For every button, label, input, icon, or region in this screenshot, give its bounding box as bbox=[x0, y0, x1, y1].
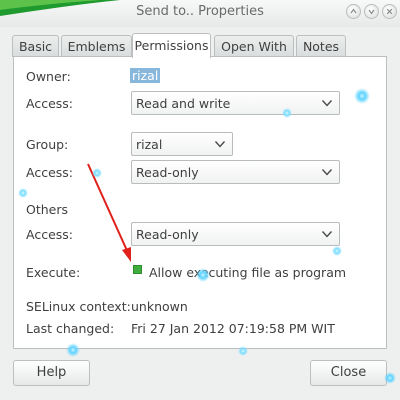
group-select[interactable]: rizal bbox=[131, 132, 233, 156]
owner-access-label: Access: bbox=[26, 96, 74, 111]
tab-basic[interactable]: Basic bbox=[12, 35, 59, 57]
owner-label: Owner: bbox=[26, 69, 71, 84]
title-bar: Send to.. Properties bbox=[0, 0, 400, 27]
up-arrow-icon[interactable] bbox=[346, 4, 361, 19]
owner-value[interactable]: rizal bbox=[130, 68, 161, 83]
others-label: Others bbox=[26, 202, 69, 217]
others-access-label: Access: bbox=[26, 227, 74, 242]
chevron-down-icon bbox=[321, 100, 333, 107]
window-title: Send to.. Properties bbox=[136, 4, 264, 19]
close-icon[interactable] bbox=[382, 4, 397, 19]
help-button[interactable]: Help bbox=[13, 360, 90, 386]
owner-access-select[interactable]: Read and write bbox=[131, 91, 340, 115]
tab-emblems[interactable]: Emblems bbox=[61, 35, 132, 57]
group-access-select[interactable]: Read-only bbox=[131, 160, 340, 184]
selinux-label: SELinux context: bbox=[26, 299, 131, 314]
group-value: rizal bbox=[136, 137, 163, 152]
chevron-down-icon bbox=[321, 231, 333, 238]
others-access-value: Read-only bbox=[136, 227, 199, 242]
owner-access-value: Read and write bbox=[136, 96, 231, 111]
minimize-icon[interactable] bbox=[364, 4, 379, 19]
chevron-down-icon bbox=[321, 169, 333, 176]
execute-label: Execute: bbox=[26, 265, 81, 280]
group-access-label: Access: bbox=[26, 165, 74, 180]
tab-permissions[interactable]: Permissions bbox=[132, 33, 211, 58]
last-changed-value: Fri 27 Jan 2012 07:19:58 PM WIT bbox=[131, 321, 335, 336]
close-button[interactable]: Close bbox=[310, 360, 387, 386]
tab-open-with[interactable]: Open With bbox=[214, 35, 294, 57]
group-access-value: Read-only bbox=[136, 165, 199, 180]
execute-checkbox[interactable] bbox=[133, 265, 142, 274]
tab-notes[interactable]: Notes bbox=[296, 35, 346, 57]
last-changed-label: Last changed: bbox=[26, 321, 115, 336]
chevron-down-icon bbox=[214, 141, 226, 148]
group-label: Group: bbox=[26, 137, 69, 152]
execute-checkbox-label[interactable]: Allow executing file as program bbox=[149, 265, 346, 280]
selinux-value: unknown bbox=[131, 299, 188, 314]
others-access-select[interactable]: Read-only bbox=[131, 222, 340, 246]
